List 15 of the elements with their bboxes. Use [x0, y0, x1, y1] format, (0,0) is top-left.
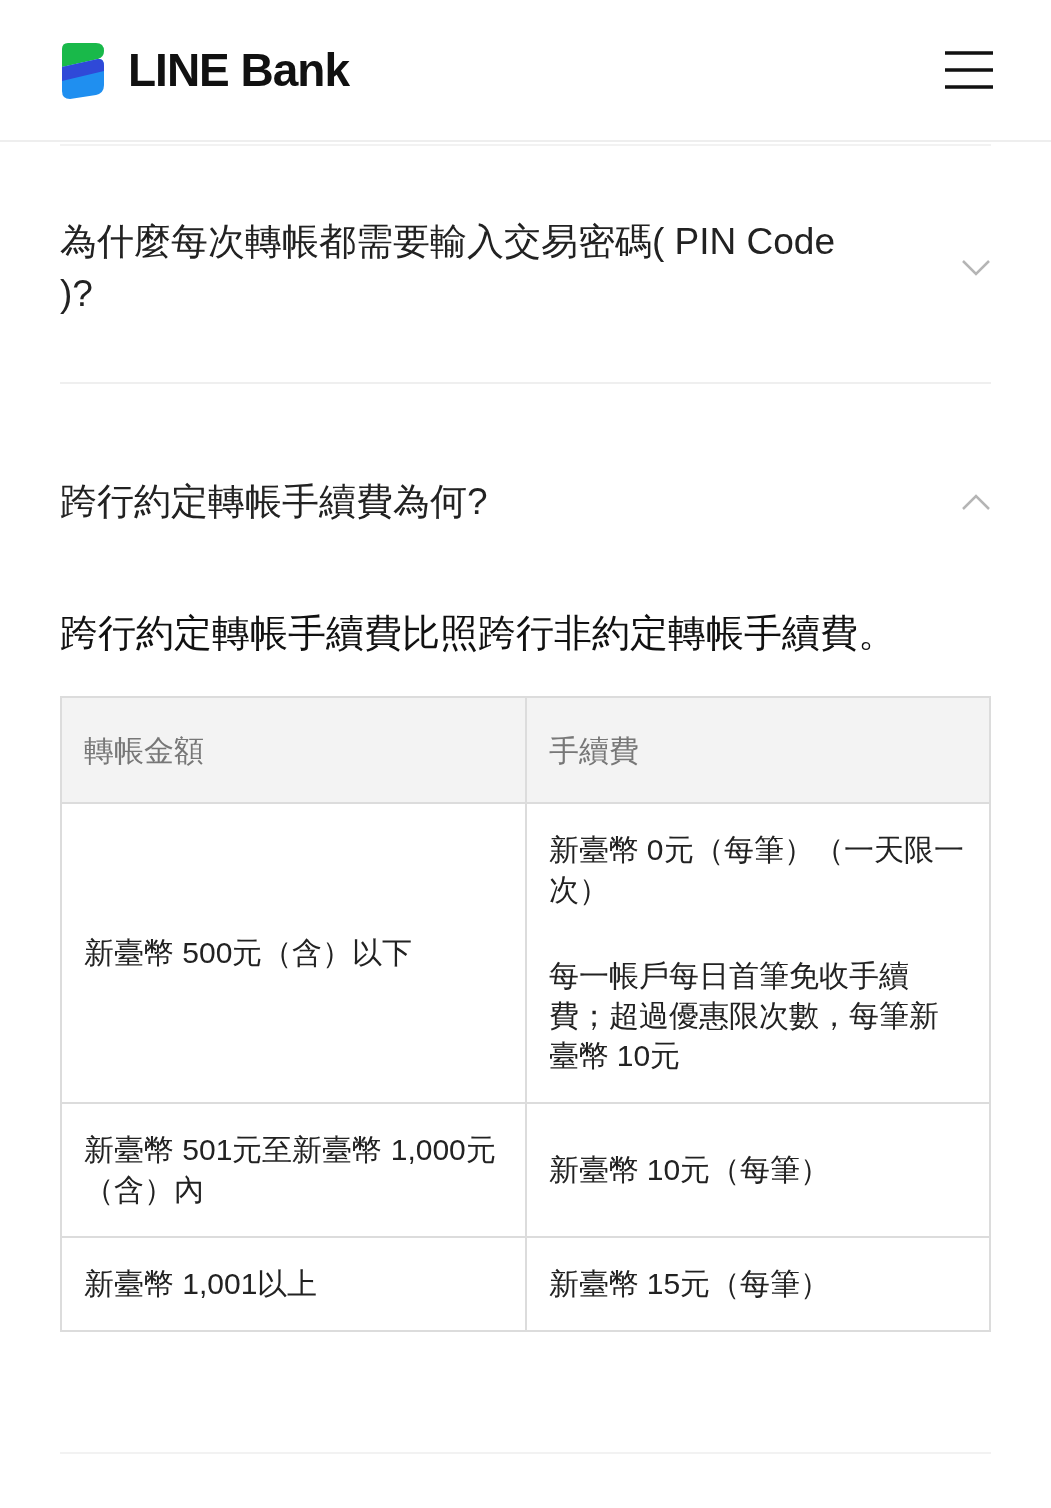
table-cell: 新臺幣 0元（每筆）（一天限一次） 每一帳戶每日首筆免收手續費；超過優惠限次數，每筆新臺幣 10元 — [525, 803, 990, 1103]
column-header: 手續費 — [525, 697, 990, 803]
table-cell: 新臺幣 15元（每筆） — [525, 1237, 990, 1331]
chevron-up-icon[interactable] — [961, 494, 991, 510]
menu-icon[interactable] — [945, 51, 993, 89]
column-header: 轉帳金額 — [61, 697, 526, 803]
table-cell: 新臺幣 1,001以上 — [61, 1237, 526, 1331]
table-cell: 新臺幣 500元（含）以下 — [61, 803, 526, 1103]
logo-text: LINE Bank — [128, 42, 350, 98]
chevron-down-icon[interactable] — [961, 260, 991, 276]
faq-question[interactable]: 跨行約定轉帳手續費為何? — [60, 384, 991, 588]
faq-question[interactable]: 為什麼每次轉帳都需要輸入交易密碼( PIN Code )? — [60, 146, 991, 382]
table-cell: 新臺幣 501元至新臺幣 1,000元（含）內 — [61, 1103, 526, 1237]
table-cell: 新臺幣 10元（每筆） — [525, 1103, 990, 1237]
answer-text: 跨行約定轉帳手續費比照跨行非約定轉帳手續費。 — [60, 611, 897, 656]
